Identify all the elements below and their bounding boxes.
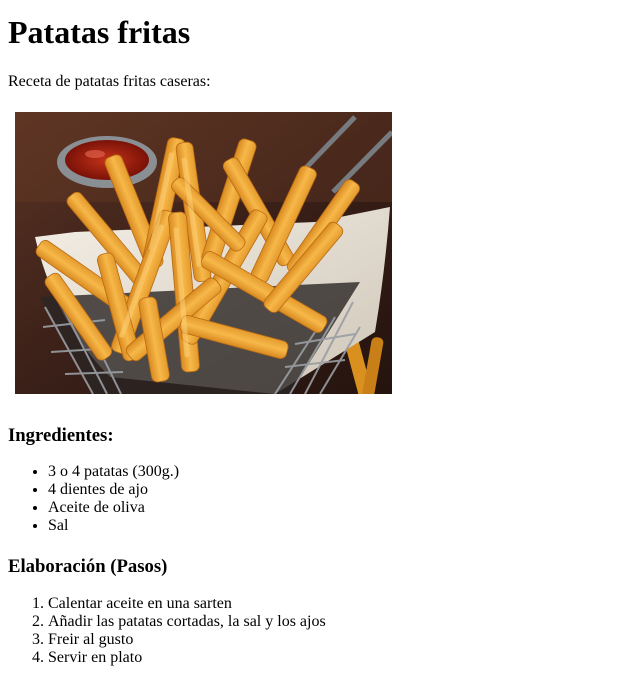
steps-heading: Elaboración (Pasos): [8, 556, 168, 577]
step-item: Añadir las patatas cortadas, la sal y lo…: [48, 613, 326, 631]
ingredients-heading: Ingredientes:: [8, 425, 114, 446]
recipe-intro: Receta de patatas fritas caseras:: [8, 73, 211, 90]
step-item: Calentar aceite en una sarten: [48, 595, 326, 613]
french-fries-photo: [15, 112, 392, 394]
ingredient-item: Sal: [48, 517, 179, 535]
recipe-page: Patatas fritas Receta de patatas fritas …: [0, 0, 640, 692]
ingredient-item: Aceite de oliva: [48, 499, 179, 517]
ingredients-list: 3 o 4 patatas (300g.) 4 dientes de ajo A…: [8, 463, 179, 535]
steps-list: Calentar aceite en una sarten Añadir las…: [8, 595, 326, 667]
step-item: Freir al gusto: [48, 631, 326, 649]
ingredient-item: 4 dientes de ajo: [48, 481, 179, 499]
ingredient-item: 3 o 4 patatas (300g.): [48, 463, 179, 481]
page-title: Patatas fritas: [8, 14, 191, 50]
step-item: Servir en plato: [48, 649, 326, 667]
